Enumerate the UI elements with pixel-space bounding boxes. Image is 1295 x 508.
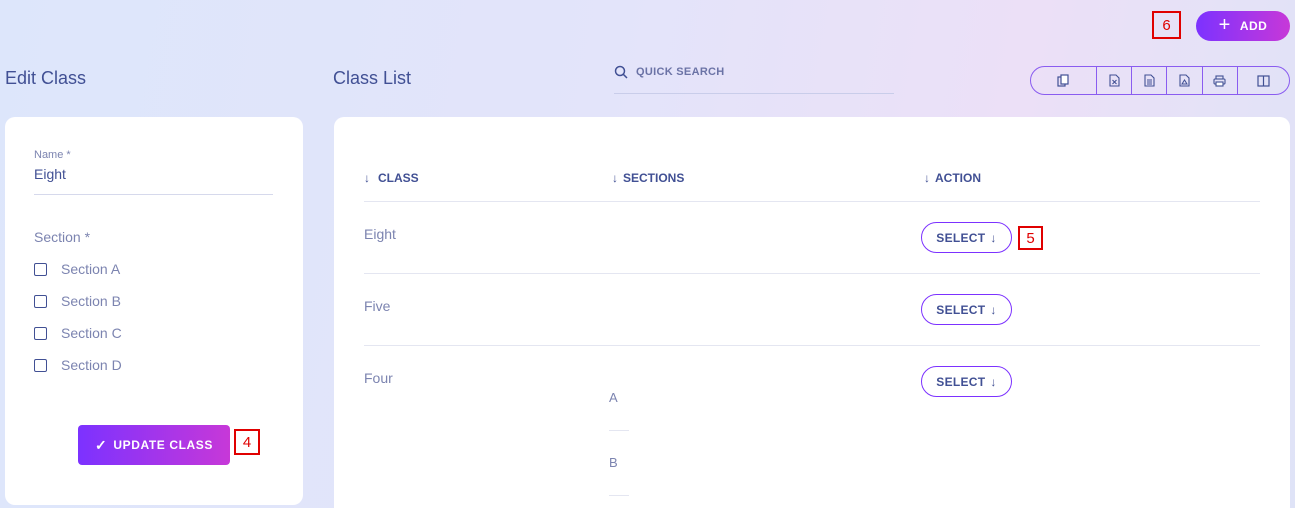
class-list-title: Class List	[333, 68, 412, 88]
name-field-label: Name *	[34, 149, 71, 161]
annotation-marker-6: 6	[1152, 11, 1181, 39]
name-field[interactable]: Eight	[34, 166, 273, 188]
select-label: SELECT	[936, 374, 986, 389]
csv-icon	[1144, 74, 1155, 87]
quick-search-input[interactable]: QUICK SEARCH	[614, 60, 894, 94]
section-c-checkbox-row[interactable]: Section C	[34, 325, 122, 341]
class-cell: Eight	[364, 226, 396, 242]
section-c-checkbox[interactable]	[34, 326, 47, 340]
pdf-icon	[1179, 74, 1190, 87]
select-label: SELECT	[936, 230, 986, 245]
section-divider	[609, 495, 629, 496]
excel-icon	[1108, 74, 1120, 87]
add-button-label: ADD	[1239, 19, 1268, 33]
row-divider	[364, 345, 1260, 346]
arrow-down-icon: ↓	[990, 230, 997, 245]
section-d-checkbox[interactable]	[34, 358, 47, 372]
header-divider	[364, 201, 1260, 202]
check-icon: ✓	[95, 436, 108, 453]
section-c-label: Section C	[61, 325, 122, 341]
annotation-marker-5: 5	[1018, 226, 1043, 250]
copy-icon	[1057, 74, 1069, 87]
quick-search-placeholder: QUICK SEARCH	[636, 65, 725, 78]
section-field-label: Section *	[34, 229, 91, 245]
sort-arrow-icon: ↓	[612, 171, 618, 185]
column-header-action[interactable]: ↓ ACTION	[924, 171, 981, 185]
select-label: SELECT	[936, 302, 986, 317]
name-field-underline	[34, 194, 273, 195]
select-dropdown-button[interactable]: SELECT ↓	[921, 294, 1012, 325]
class-list-card	[334, 117, 1290, 508]
class-cell: Four	[364, 370, 393, 386]
columns-button[interactable]	[1238, 67, 1289, 94]
row-divider	[364, 273, 1260, 274]
print-button[interactable]	[1203, 67, 1238, 94]
arrow-down-icon: ↓	[990, 374, 997, 389]
column-header-sections-label: SECTIONS	[623, 171, 685, 185]
add-button[interactable]: + ADD	[1196, 11, 1290, 41]
update-class-label: UPDATE CLASS	[113, 438, 213, 452]
class-cell: Five	[364, 298, 391, 314]
select-dropdown-button[interactable]: SELECT ↓	[921, 222, 1012, 253]
section-a-label: Section A	[61, 261, 121, 277]
section-b-checkbox-row[interactable]: Section B	[34, 293, 121, 309]
column-header-action-label: ACTION	[935, 171, 981, 185]
search-icon	[614, 65, 628, 79]
section-a-checkbox-row[interactable]: Section A	[34, 261, 120, 277]
plus-icon: +	[1218, 14, 1231, 36]
column-header-class-label: CLASS	[378, 171, 419, 185]
copy-button[interactable]	[1031, 67, 1097, 94]
update-class-button[interactable]: ✓ UPDATE CLASS	[78, 425, 230, 465]
pdf-button[interactable]	[1167, 67, 1203, 94]
arrow-down-icon: ↓	[990, 302, 997, 317]
section-cell: A	[609, 390, 618, 405]
export-button-group	[1030, 66, 1290, 95]
columns-icon	[1257, 74, 1270, 87]
select-dropdown-button[interactable]: SELECT ↓	[921, 366, 1012, 397]
section-a-checkbox[interactable]	[34, 262, 47, 276]
column-header-class[interactable]: ↓ CLASS	[364, 171, 419, 185]
sort-arrow-icon: ↓	[364, 171, 370, 185]
section-cell: B	[609, 455, 618, 470]
print-icon	[1213, 74, 1226, 87]
sort-arrow-icon: ↓	[924, 171, 930, 185]
excel-button[interactable]	[1097, 67, 1133, 94]
annotation-marker-4: 4	[234, 429, 260, 455]
section-b-checkbox[interactable]	[34, 294, 47, 308]
column-header-sections[interactable]: ↓ SECTIONS	[612, 171, 684, 185]
section-d-label: Section D	[61, 357, 122, 373]
section-divider	[609, 430, 629, 431]
section-d-checkbox-row[interactable]: Section D	[34, 357, 122, 373]
section-b-label: Section B	[61, 293, 121, 309]
csv-button[interactable]	[1132, 67, 1168, 94]
edit-class-title: Edit Class	[5, 68, 87, 88]
